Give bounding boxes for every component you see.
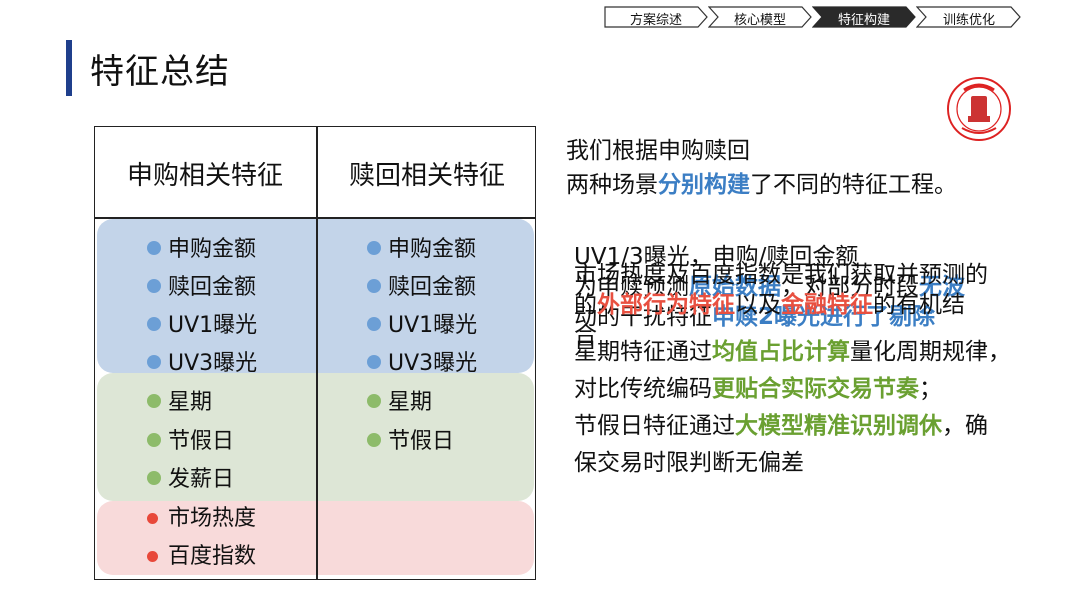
list-item: UV1曝光	[367, 307, 477, 339]
bullet-icon	[367, 279, 381, 293]
bullet-icon	[147, 241, 161, 255]
note-line: 星期特征通过均值占比计算量化周期规律，	[574, 339, 1011, 365]
nav-tab-label: 核心模型	[733, 13, 786, 28]
bullet-icon	[147, 394, 161, 408]
bullet-icon	[147, 551, 158, 562]
note-line: 的外部行为特征以及金融特征的有机结	[574, 292, 965, 318]
note-line: 节假日特征通过大模型精准识别调休，确	[574, 413, 988, 439]
bullet-icon	[147, 433, 161, 447]
list-item: UV3曝光	[367, 345, 477, 377]
summary-line: 两种场景分别构建了不同的特征工程。	[566, 172, 957, 198]
list-item: 市场热度	[147, 500, 256, 532]
list-item: 申购金额	[367, 231, 476, 263]
bullet-icon	[367, 355, 381, 369]
note-line: 对比传统编码更贴合实际交易节奏；	[574, 376, 942, 402]
summary-paragraph: 我们根据申购赎回 两种场景分别构建了不同的特征工程。	[566, 134, 957, 202]
bullet-icon	[367, 241, 381, 255]
bullet-icon	[147, 471, 161, 485]
note-line: 保交易时限判断无偏差	[574, 450, 804, 476]
list-item: 赎回金额	[367, 269, 476, 301]
feature-table: 申购相关特征 赎回相关特征 申购金额 赎回金额 UV1曝光 UV3曝光 星期 节…	[94, 126, 536, 580]
bullet-icon	[147, 279, 161, 293]
page-title: 特征总结	[90, 52, 230, 92]
summary-line: 我们根据申购赎回	[566, 138, 750, 164]
column-divider	[316, 127, 318, 579]
bullet-icon	[147, 355, 161, 369]
list-item: UV3曝光	[147, 345, 257, 377]
title-accent-bar	[66, 40, 72, 96]
bullet-icon	[367, 317, 381, 331]
list-item: 星期	[147, 384, 212, 416]
calendar-feature-note: 星期特征通过均值占比计算量化周期规律， 对比传统编码更贴合实际交易节奏； 节假日…	[574, 334, 1011, 482]
bullet-icon	[367, 433, 381, 447]
nav-tab-label: 特征构建	[837, 13, 890, 28]
nav-tab-label: 训练优化	[942, 13, 995, 28]
list-item: 百度指数	[147, 538, 256, 570]
nav-tab-training[interactable]: 训练优化	[916, 6, 1022, 28]
nav-tab-overview[interactable]: 方案综述	[604, 6, 708, 28]
bullet-icon	[147, 317, 161, 331]
list-item: 申购金额	[147, 231, 256, 263]
list-item: 节假日	[147, 423, 234, 455]
bullet-icon	[367, 394, 381, 408]
university-seal-icon	[946, 76, 1012, 142]
list-item: 赎回金额	[147, 269, 256, 301]
header-purchase-features: 申购相关特征	[126, 161, 283, 191]
header-divider	[95, 217, 535, 219]
nav-tab-core-model[interactable]: 核心模型	[708, 6, 812, 28]
note-line: 市场热度及百度指数是我们获取并预测的	[574, 262, 988, 288]
list-item: 节假日	[367, 423, 454, 455]
list-item: 星期	[367, 384, 432, 416]
nav-tab-feature-build[interactable]: 特征构建	[812, 6, 916, 28]
list-item: UV1曝光	[147, 307, 257, 339]
list-item: 发薪日	[147, 461, 234, 493]
header-redeem-features: 赎回相关特征	[348, 161, 505, 191]
nav-tab-label: 方案综述	[629, 13, 682, 28]
bullet-icon	[147, 513, 158, 524]
